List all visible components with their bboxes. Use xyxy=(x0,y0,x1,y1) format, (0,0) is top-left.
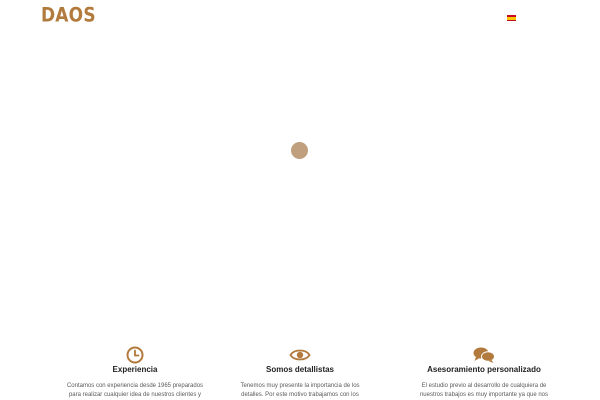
eye-icon xyxy=(289,349,311,361)
page: DAOS Experiencia Contamos con experienci… xyxy=(0,0,600,400)
feature-description: Contamos con experiencia desde 1965 prep… xyxy=(66,383,204,398)
feature-title: Somos detallistas xyxy=(265,365,335,374)
feature-description: El estudio previo al desarrollo de cualq… xyxy=(419,383,549,398)
site-logo[interactable]: DAOS xyxy=(41,4,96,27)
feature-description: Tenemos muy presente la importancia de l… xyxy=(240,383,360,398)
feature-detallistas: Somos detallistas Tenemos muy presente l… xyxy=(220,346,380,400)
feature-title: Experiencia xyxy=(112,365,158,374)
feature-title: Asesoramiento personalizado xyxy=(427,365,541,374)
clock-icon xyxy=(126,346,144,364)
loading-indicator xyxy=(291,142,308,159)
spain-flag-icon[interactable] xyxy=(507,15,516,21)
feature-asesoramiento: Asesoramiento personalizado El estudio p… xyxy=(404,346,564,400)
feature-experiencia: Experiencia Contamos con experiencia des… xyxy=(55,346,215,400)
chat-bubbles-icon xyxy=(473,347,495,363)
